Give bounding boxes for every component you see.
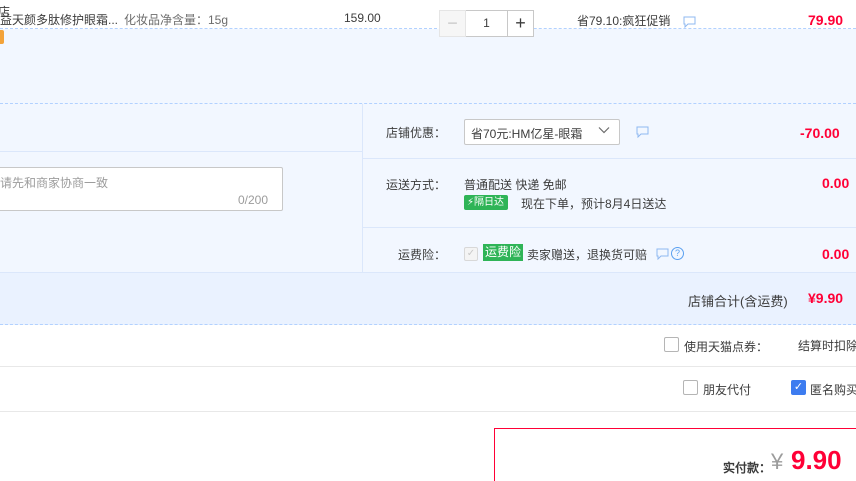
item-unit-price: 159.00 — [344, 11, 381, 25]
item-spec: 化妆品净含量：15g — [124, 13, 229, 27]
chat-bubble-icon[interactable] — [636, 126, 649, 138]
shipping-label: 运送方式： — [385, 178, 446, 192]
anonymous-label: 匿名购买 — [810, 383, 856, 397]
shop-total-value: ¥9.90 — [808, 290, 844, 306]
points-note: 结算时扣除 — [798, 339, 856, 353]
friend-pay-label: 朋友代付 — [703, 383, 752, 397]
help-icon[interactable]: ? — [671, 247, 684, 260]
payment-amount: 9.90 — [791, 445, 842, 475]
promo-tag-icon — [0, 30, 4, 44]
insurance-amount: 0.00 — [822, 246, 850, 262]
coupon-discount-amount: -70.00 — [800, 125, 840, 141]
row-divider — [0, 151, 362, 152]
shipping-eta: 现在下单，预计8月4日送达 — [521, 197, 667, 211]
use-points-label: 使用天猫点券： — [684, 340, 769, 354]
item-row — [0, 29, 856, 104]
anonymous-checkbox[interactable]: ✓ — [791, 380, 806, 395]
memo-char-count: 0/200 — [238, 193, 269, 207]
quantity-increase-button[interactable]: + — [507, 10, 534, 37]
row-divider — [363, 158, 856, 159]
insurance-badge: 运费险 — [483, 244, 524, 261]
use-points-checkbox[interactable] — [664, 337, 679, 352]
payment-currency: ¥ — [771, 449, 784, 474]
next-day-badge: ⚡隔日达 — [464, 195, 509, 210]
item-title-link[interactable]: 益天颜多肽修护眼霜... — [0, 11, 118, 28]
item-promo-text: 省79.10:疯狂促销 — [577, 14, 671, 28]
quantity-decrease-button[interactable]: − — [439, 10, 466, 37]
row-divider — [363, 227, 856, 228]
coupon-selected-value: 省70元:HM亿星-眼霜 — [471, 127, 583, 141]
insurance-checkbox: ✓ — [464, 247, 478, 261]
shop-total-label: 店铺合计(含运费) — [688, 294, 788, 309]
memo-placeholder: 请先和商家协商一致 — [0, 176, 109, 190]
quantity-input[interactable]: 1 — [466, 10, 507, 37]
chevron-down-icon — [598, 124, 610, 139]
friend-pay-checkbox[interactable] — [683, 380, 698, 395]
next-day-badge-label: 隔日达 — [474, 197, 505, 208]
insurance-desc: 卖家赠送，退换货可赔 — [527, 248, 648, 262]
chat-bubble-icon[interactable] — [656, 248, 669, 260]
payment-label: 实付款： — [723, 461, 772, 475]
item-total-price: 79.90 — [808, 12, 844, 28]
insurance-label: 运费险： — [397, 248, 446, 262]
coupon-label: 店铺优惠： — [385, 126, 446, 140]
chat-bubble-icon[interactable] — [683, 16, 696, 28]
shipping-method: 普通配送 快递 免邮 — [464, 178, 567, 192]
shipping-amount: 0.00 — [822, 175, 850, 191]
